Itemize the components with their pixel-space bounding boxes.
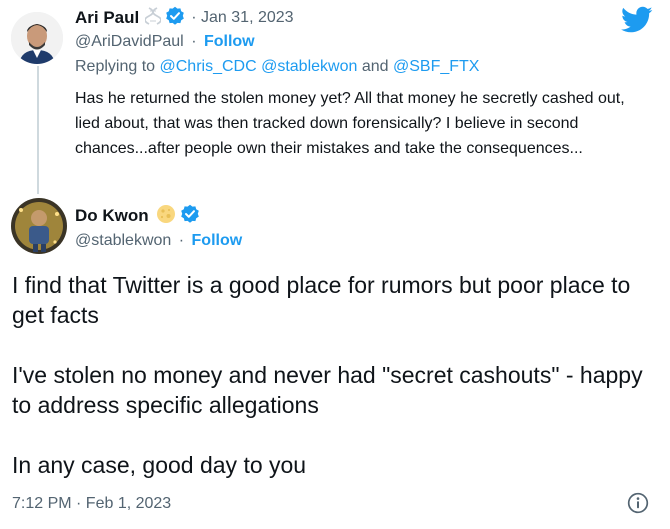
main-tweet-paragraph: In any case, good day to you	[12, 452, 307, 478]
main-tweet-paragraph: I find that Twitter is a good place for …	[12, 272, 631, 328]
mention-sbf-ftx[interactable]: @SBF_FTX	[393, 58, 479, 75]
thread-connector-line	[37, 66, 39, 194]
twitter-bird-icon[interactable]	[621, 6, 653, 39]
follow-button-ari-paul[interactable]: Follow	[204, 33, 255, 50]
handle-separator: ·	[178, 232, 185, 249]
follow-button-do-kwon[interactable]: Follow	[192, 232, 243, 249]
mention-stablekwon[interactable]: @stablekwon	[261, 58, 357, 75]
reply-author-handle[interactable]: @AriDavidPaul	[75, 33, 184, 50]
info-icon[interactable]	[627, 492, 649, 519]
main-author-handle[interactable]: @stablekwon	[75, 232, 171, 249]
reply-date[interactable]: · Jan 31, 2023	[191, 9, 293, 27]
main-tweet-paragraph: I've stolen no money and never had "secr…	[12, 362, 643, 418]
replying-to-line: Replying to @Chris_CDC @stablekwon and @…	[75, 58, 479, 76]
replying-to-and: and	[361, 58, 389, 75]
tweet-timestamp[interactable]: 7:12 PM · Feb 1, 2023	[12, 495, 171, 513]
main-author-name[interactable]: Do Kwon	[75, 206, 149, 226]
verified-badge-icon	[180, 204, 200, 229]
verified-badge-icon	[165, 6, 185, 31]
avatar-do-kwon[interactable]	[11, 198, 67, 254]
replying-to-prefix: Replying to	[75, 58, 156, 75]
reply-author-name[interactable]: Ari Paul	[75, 8, 139, 28]
main-tweet-text: I find that Twitter is a good place for …	[12, 270, 652, 480]
avatar-ari-paul[interactable]	[11, 12, 63, 64]
reply-tweet-text: Has he returned the stolen money yet? Al…	[75, 90, 625, 157]
dna-emoji-icon	[144, 6, 163, 30]
handle-separator: ·	[191, 33, 197, 50]
mention-chris-cdc[interactable]: @Chris_CDC	[160, 58, 257, 75]
moon-emoji-icon	[156, 204, 176, 229]
